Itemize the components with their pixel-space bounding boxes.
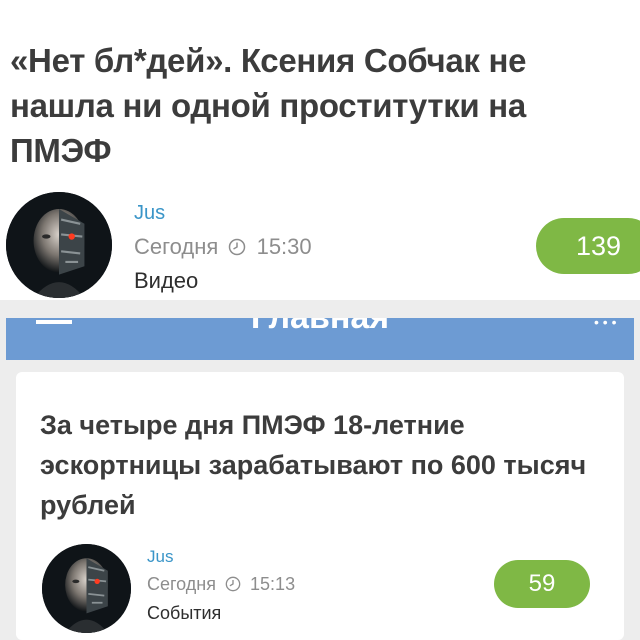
post-card-1[interactable]: «Нет бл*дей». Ксения Собчак не нашла ни … <box>0 0 640 300</box>
comments-count-badge[interactable]: 59 <box>494 560 590 608</box>
post-title[interactable]: За четыре дня ПМЭФ 18-летние эскортницы … <box>40 405 615 525</box>
post-timestamp: Сегодня 15:30 <box>134 234 312 260</box>
author-name[interactable]: Jus <box>147 547 173 567</box>
author-avatar[interactable] <box>6 192 112 298</box>
date-label: Сегодня <box>147 574 216 594</box>
post-category[interactable]: События <box>147 603 221 624</box>
author-name[interactable]: Jus <box>134 202 165 225</box>
post-category[interactable]: Видео <box>134 268 198 294</box>
clock-icon <box>229 238 246 256</box>
time-label: 15:30 <box>256 234 312 259</box>
avatar-image <box>42 544 131 633</box>
nav-title: Главная <box>6 318 634 337</box>
time-label: 15:13 <box>250 574 296 594</box>
avatar-image <box>6 192 112 298</box>
date-label: Сегодня <box>134 234 219 259</box>
post-title[interactable]: «Нет бл*дей». Ксения Собчак не нашла ни … <box>10 38 635 173</box>
comments-count-badge[interactable]: 139 <box>536 218 640 274</box>
post-timestamp: Сегодня 15:13 <box>147 574 295 595</box>
clock-icon <box>225 576 241 592</box>
top-navigation-bar: Главная • • • <box>6 318 634 360</box>
more-icon[interactable]: • • • <box>594 318 618 329</box>
author-avatar[interactable] <box>42 544 131 633</box>
